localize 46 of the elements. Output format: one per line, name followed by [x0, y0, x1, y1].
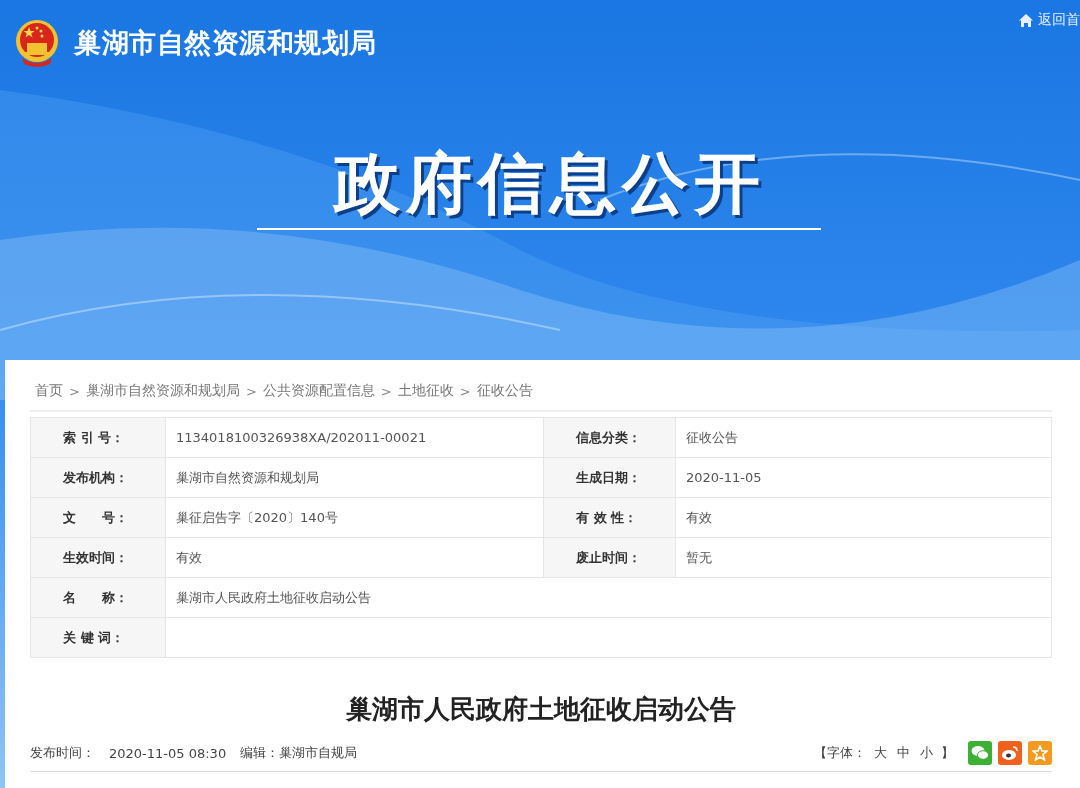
- emblem-icon: [14, 18, 60, 68]
- field-label: 有 效 性：: [543, 497, 676, 538]
- field-label: 废止时间：: [543, 537, 676, 578]
- site-title: 巢湖市自然资源和规划局: [74, 26, 377, 60]
- field-label: 名 称：: [30, 577, 166, 618]
- field-label: 生成日期：: [543, 457, 676, 498]
- editor-name: 巢湖市自规局: [279, 744, 358, 762]
- breadcrumb-separator: >: [69, 383, 80, 399]
- breadcrumb-link[interactable]: 巢湖市自然资源和规划局: [85, 382, 240, 400]
- breadcrumb-link[interactable]: 土地征收: [397, 382, 454, 400]
- field-label: 关 键 词：: [30, 617, 166, 658]
- publish-label: 发布时间：: [30, 744, 95, 762]
- field-value: 巢征启告字〔2020〕140号: [165, 497, 544, 538]
- wechat-share-button[interactable]: [968, 741, 992, 765]
- font-size-option[interactable]: 小: [918, 744, 935, 762]
- field-label: 生效时间：: [30, 537, 166, 578]
- banner-title: 政府信息公开: [331, 144, 766, 224]
- field-value: 2020-11-05: [675, 457, 1052, 498]
- field-value: 1134018100326938XA/202011-00021: [165, 417, 544, 458]
- field-label: 文 号：: [30, 497, 166, 538]
- font-size-option[interactable]: 中: [895, 744, 912, 762]
- field-label: 信息分类：: [543, 417, 676, 458]
- font-size-option[interactable]: 大: [872, 744, 889, 762]
- breadcrumb-separator: >: [380, 383, 392, 399]
- field-value: 巢湖市人民政府土地征收启动公告: [165, 577, 1052, 618]
- home-link[interactable]: 返回首: [1018, 11, 1080, 29]
- favorite-share-button[interactable]: [1028, 741, 1052, 765]
- bracket-close: 】: [941, 744, 954, 762]
- field-value: 征收公告: [675, 417, 1052, 458]
- field-value: 有效: [675, 497, 1052, 538]
- weibo-share-button[interactable]: [998, 741, 1022, 765]
- editor-label: 编辑：: [240, 744, 280, 762]
- field-value: 有效: [165, 537, 544, 578]
- breadcrumb-separator: >: [245, 383, 257, 399]
- home-icon: [1018, 12, 1034, 28]
- breadcrumb-link[interactable]: 首页: [35, 382, 63, 400]
- font-size-label: 【字体：: [814, 744, 866, 762]
- breadcrumb-link[interactable]: 公共资源配置信息: [262, 382, 375, 400]
- article-title: 巢湖市人民政府土地征收启动公告: [344, 693, 737, 726]
- field-label: 索 引 号：: [30, 417, 166, 458]
- breadcrumb-separator: >: [459, 383, 471, 399]
- field-value: 巢湖市自然资源和规划局: [165, 457, 544, 498]
- field-label: 发布机构：: [30, 457, 166, 498]
- field-value: 暂无: [675, 537, 1052, 578]
- breadcrumb-link[interactable]: 征收公告: [476, 382, 533, 400]
- publish-time: 2020-11-05 08:30: [109, 745, 227, 761]
